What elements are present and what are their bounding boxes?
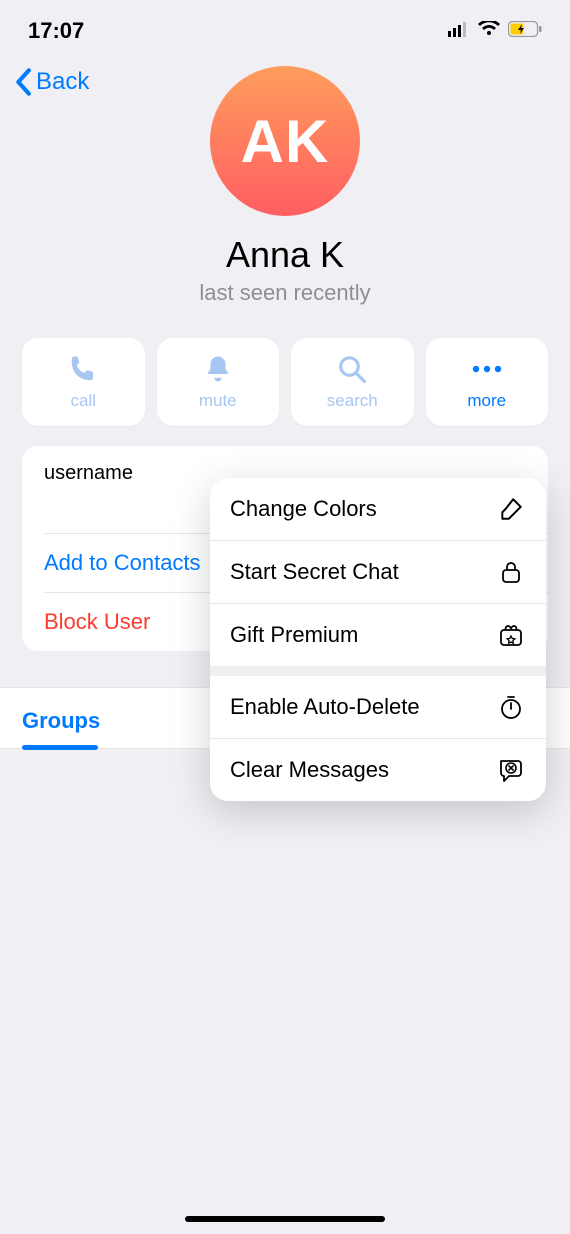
menu-clear-messages[interactable]: Clear Messages [210, 738, 546, 801]
more-button[interactable]: more [426, 338, 549, 426]
menu-start-secret-chat[interactable]: Start Secret Chat [210, 540, 546, 603]
username-value [44, 485, 184, 511]
action-row: call mute search more [0, 338, 570, 426]
lock-icon [496, 559, 526, 585]
status-icons [448, 21, 542, 42]
timer-icon [496, 694, 526, 720]
wifi-icon [478, 21, 500, 42]
cellular-icon [448, 21, 470, 42]
menu-enable-auto-delete[interactable]: Enable Auto-Delete [210, 676, 546, 738]
home-indicator[interactable] [185, 1216, 385, 1222]
tab-groups-label: Groups [22, 708, 100, 733]
clear-chat-icon [496, 757, 526, 783]
menu-gift-premium[interactable]: Gift Premium [210, 603, 546, 666]
call-button[interactable]: call [22, 338, 145, 426]
call-label: call [70, 391, 96, 411]
bell-icon [203, 353, 233, 385]
brush-icon [496, 496, 526, 522]
more-label: more [467, 391, 506, 411]
search-button[interactable]: search [291, 338, 414, 426]
gift-icon [496, 622, 526, 648]
menu-change-colors-label: Change Colors [230, 496, 377, 522]
chevron-left-icon [14, 68, 32, 96]
mute-label: mute [199, 391, 237, 411]
status-bar: 17:07 [0, 0, 570, 56]
tab-underline [22, 745, 98, 750]
battery-icon [508, 21, 542, 42]
status-time: 17:07 [28, 18, 84, 44]
back-label: Back [36, 68, 89, 96]
phone-icon [68, 353, 98, 385]
avatar-initials: AK [241, 107, 330, 176]
tab-groups[interactable]: Groups [0, 688, 122, 748]
avatar[interactable]: AK [210, 66, 360, 216]
more-icon [470, 353, 504, 385]
profile-header: AK Anna K last seen recently [0, 66, 570, 306]
more-popover: Change Colors Start Secret Chat Gift Pre… [210, 478, 546, 801]
search-icon [337, 353, 367, 385]
mute-button[interactable]: mute [157, 338, 280, 426]
contact-status: last seen recently [0, 280, 570, 306]
menu-gift-premium-label: Gift Premium [230, 622, 358, 648]
menu-enable-auto-delete-label: Enable Auto-Delete [230, 694, 420, 720]
menu-start-secret-chat-label: Start Secret Chat [230, 559, 399, 585]
search-label: search [327, 391, 378, 411]
contact-name: Anna K [0, 234, 570, 276]
menu-clear-messages-label: Clear Messages [230, 757, 389, 783]
back-button[interactable]: Back [6, 62, 97, 102]
menu-change-colors[interactable]: Change Colors [210, 478, 546, 540]
